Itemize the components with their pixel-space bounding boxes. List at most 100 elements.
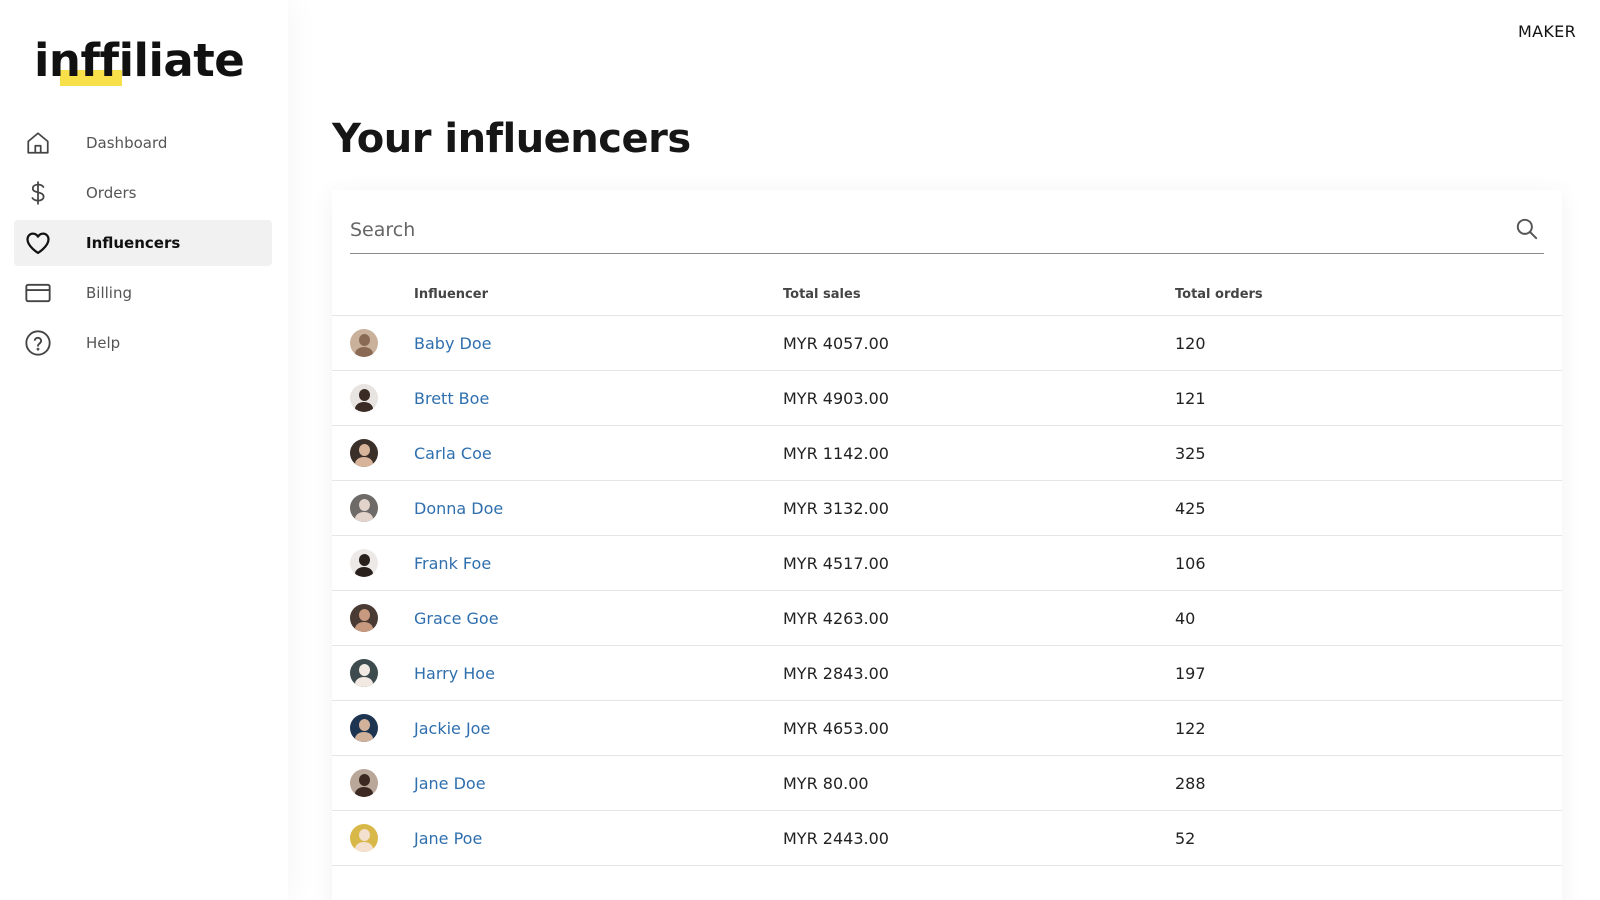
total-sales-cell: MYR 4653.00 xyxy=(783,718,889,738)
avatar-body xyxy=(355,457,373,467)
table-row[interactable]: Grace Goe MYR 4263.00 40 xyxy=(332,591,1562,646)
avatar-head xyxy=(359,664,370,676)
table-row[interactable]: Jane Poe MYR 2443.00 52 xyxy=(332,811,1562,866)
table-row[interactable]: Carla Coe MYR 1142.00 325 xyxy=(332,426,1562,481)
influencer-name-link[interactable]: Carla Coe xyxy=(414,444,492,463)
total-sales-cell: MYR 2843.00 xyxy=(783,663,889,683)
influencer-cell: Frank Foe xyxy=(414,554,783,573)
total-sales-cell: MYR 1142.00 xyxy=(783,443,889,463)
sidebar-item-orders[interactable]: Orders xyxy=(14,170,272,216)
sidebar: inffiliate Dashboard Orders Influencers … xyxy=(0,0,288,900)
influencer-name-link[interactable]: Jackie Joe xyxy=(414,719,490,738)
avatar-head xyxy=(359,334,370,346)
avatar[interactable] xyxy=(350,384,378,412)
table-row[interactable]: Harry Hoe MYR 2843.00 197 xyxy=(332,646,1562,701)
influencer-name-link[interactable]: Jane Doe xyxy=(414,774,486,793)
header-total-sales[interactable]: Total sales xyxy=(783,287,1175,302)
influencer-cell: Harry Hoe xyxy=(414,664,783,683)
total-sales-cell: MYR 80.00 xyxy=(783,773,869,793)
avatar-body xyxy=(355,677,373,687)
header-total-orders[interactable]: Total orders xyxy=(1175,287,1475,302)
table-row[interactable]: Brett Boe MYR 4903.00 121 xyxy=(332,371,1562,426)
avatar-cell xyxy=(332,494,414,522)
sidebar-nav: Dashboard Orders Influencers Billing Hel… xyxy=(14,120,272,370)
dollar-icon xyxy=(24,179,52,207)
avatar-head xyxy=(359,554,370,566)
influencer-name-link[interactable]: Harry Hoe xyxy=(414,664,495,683)
avatar-cell xyxy=(332,329,414,357)
table-row[interactable]: Donna Doe MYR 3132.00 425 xyxy=(332,481,1562,536)
avatar[interactable] xyxy=(350,549,378,577)
sidebar-item-label: Help xyxy=(86,334,121,352)
total-sales-cell: MYR 3132.00 xyxy=(783,498,889,518)
total-orders-cell: 52 xyxy=(1175,828,1196,848)
avatar-head xyxy=(359,444,370,456)
total-sales-cell: MYR 4517.00 xyxy=(783,553,889,573)
avatar-cell xyxy=(332,439,414,467)
total-orders-cell: 288 xyxy=(1175,773,1206,793)
avatar-body xyxy=(355,787,373,797)
avatar[interactable] xyxy=(350,714,378,742)
influencer-cell: Brett Boe xyxy=(414,389,783,408)
sidebar-item-dashboard[interactable]: Dashboard xyxy=(14,120,272,166)
avatar-body xyxy=(355,512,373,522)
influencer-name-link[interactable]: Jane Poe xyxy=(414,829,482,848)
influencer-name-link[interactable]: Brett Boe xyxy=(414,389,489,408)
total-orders-cell: 197 xyxy=(1175,663,1206,683)
avatar[interactable] xyxy=(350,494,378,522)
avatar-body xyxy=(355,347,373,357)
influencer-name-link[interactable]: Donna Doe xyxy=(414,499,503,518)
avatar-cell xyxy=(332,769,414,797)
avatar-cell xyxy=(332,384,414,412)
influencer-cell: Jane Poe xyxy=(414,829,783,848)
avatar-body xyxy=(355,567,373,577)
avatar-head xyxy=(359,774,370,786)
logo[interactable]: inffiliate xyxy=(34,34,245,87)
user-role-menu[interactable]: MAKER xyxy=(1518,22,1576,41)
heart-icon xyxy=(24,229,52,257)
total-orders-cell: 40 xyxy=(1175,608,1196,628)
table-row[interactable]: Baby Doe MYR 4057.00 120 xyxy=(332,316,1562,371)
table-row[interactable]: Frank Foe MYR 4517.00 106 xyxy=(332,536,1562,591)
header-influencer[interactable]: Influencer xyxy=(414,287,783,302)
total-orders-cell: 425 xyxy=(1175,498,1206,518)
avatar-body xyxy=(355,842,373,852)
avatar[interactable] xyxy=(350,439,378,467)
total-orders-cell: 122 xyxy=(1175,718,1206,738)
sidebar-item-influencers[interactable]: Influencers xyxy=(14,220,272,266)
total-sales-cell: MYR 2443.00 xyxy=(783,828,889,848)
table-body: Baby Doe MYR 4057.00 120 Brett Boe MYR 4903.… xyxy=(332,316,1562,866)
avatar[interactable] xyxy=(350,329,378,357)
influencer-cell: Carla Coe xyxy=(414,444,783,463)
search-input[interactable] xyxy=(350,212,1480,248)
sidebar-item-billing[interactable]: Billing xyxy=(14,270,272,316)
avatar[interactable] xyxy=(350,769,378,797)
influencers-card: Influencer Total sales Total orders Baby… xyxy=(332,190,1562,900)
table-row[interactable]: Jane Doe MYR 80.00 288 xyxy=(332,756,1562,811)
influencer-name-link[interactable]: Baby Doe xyxy=(414,334,491,353)
avatar[interactable] xyxy=(350,659,378,687)
sidebar-item-help[interactable]: Help xyxy=(14,320,272,366)
sidebar-item-label: Dashboard xyxy=(86,134,168,152)
influencer-cell: Grace Goe xyxy=(414,609,783,628)
logo-text: inffiliate xyxy=(34,34,245,87)
influencer-name-link[interactable]: Grace Goe xyxy=(414,609,499,628)
avatar-head xyxy=(359,609,370,621)
total-orders-cell: 325 xyxy=(1175,443,1206,463)
sidebar-item-label: Billing xyxy=(86,284,132,302)
total-orders-cell: 121 xyxy=(1175,388,1206,408)
help-circle-icon xyxy=(24,329,52,357)
sidebar-item-label: Influencers xyxy=(86,234,181,252)
avatar[interactable] xyxy=(350,604,378,632)
table-row[interactable]: Jackie Joe MYR 4653.00 122 xyxy=(332,701,1562,756)
influencers-table: Influencer Total sales Total orders Baby… xyxy=(332,274,1562,866)
avatar-cell xyxy=(332,549,414,577)
total-sales-cell: MYR 4057.00 xyxy=(783,333,889,353)
search-icon[interactable] xyxy=(1514,216,1540,242)
influencer-cell: Jane Doe xyxy=(414,774,783,793)
avatar[interactable] xyxy=(350,824,378,852)
page-title: Your influencers xyxy=(332,116,691,162)
avatar-cell xyxy=(332,714,414,742)
total-sales-cell: MYR 4263.00 xyxy=(783,608,889,628)
influencer-name-link[interactable]: Frank Foe xyxy=(414,554,491,573)
